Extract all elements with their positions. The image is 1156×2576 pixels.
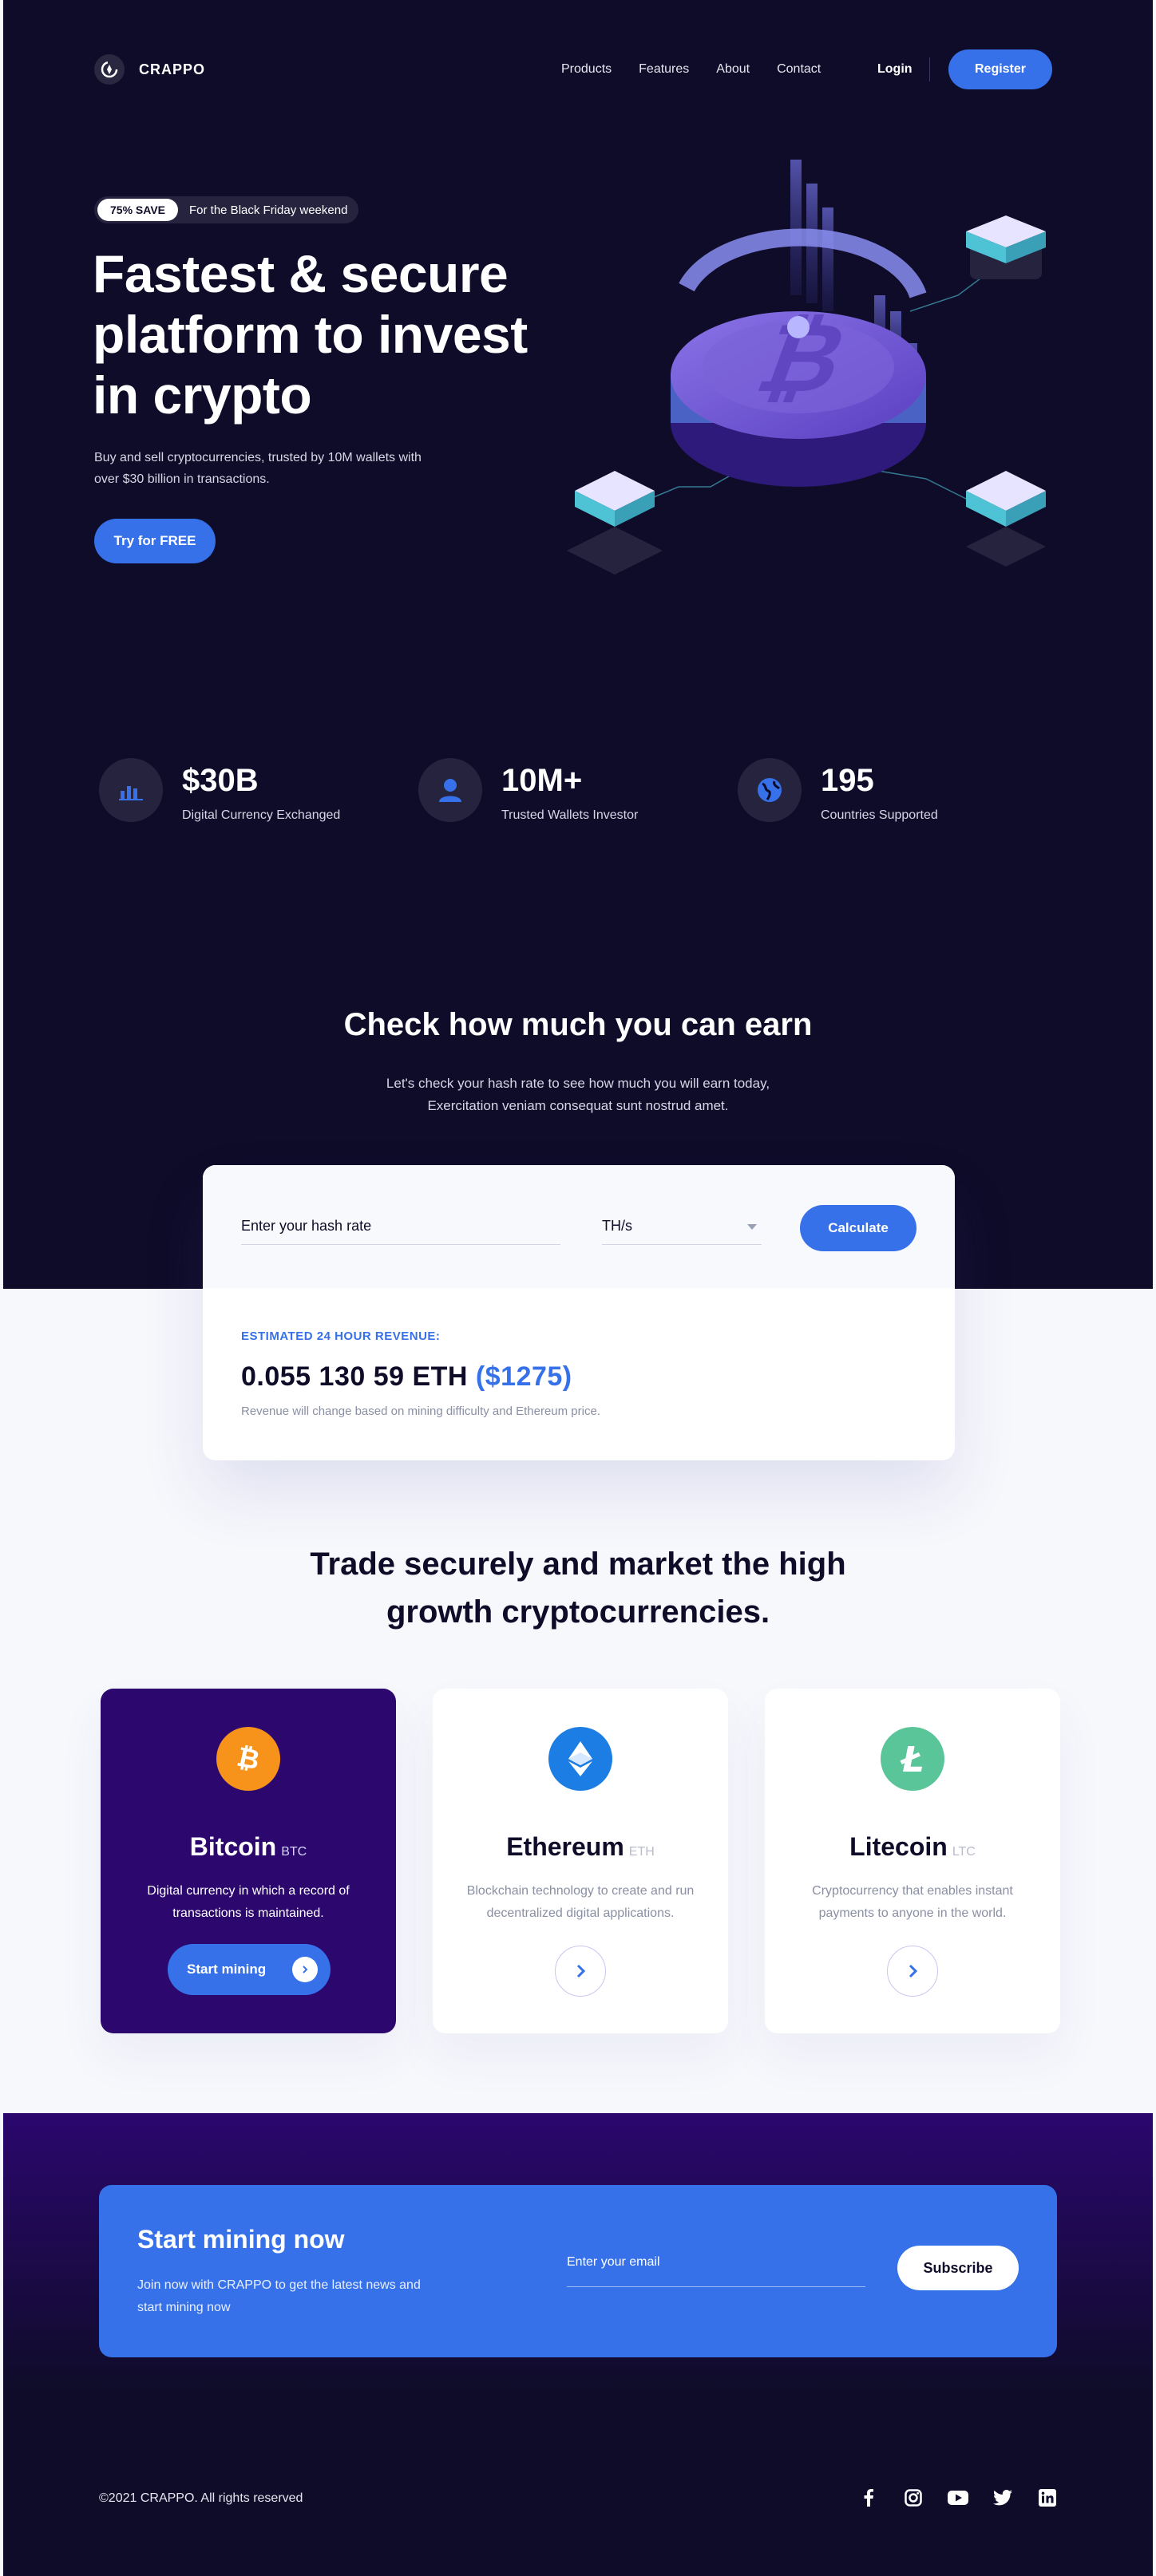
chevron-right-icon — [292, 1957, 318, 1982]
coin-cards: ₿ Bitcoin BTC Digital currency in which a… — [101, 1689, 1060, 2033]
login-link[interactable]: Login — [877, 62, 913, 77]
try-free-button[interactable]: Try for FREE — [94, 519, 216, 563]
earn-subtitle-line: Exercitation veniam consequat sunt nostr… — [427, 1098, 729, 1113]
estimate-label: ESTIMATED 24 HOUR REVENUE: — [241, 1329, 441, 1343]
coin-symbol: LTC — [952, 1845, 976, 1859]
stat-label: Digital Currency Exchanged — [182, 808, 341, 822]
hero-title-line: platform to invest — [93, 305, 528, 364]
logo[interactable]: CRAPPO — [94, 54, 205, 85]
ethereum-icon — [548, 1727, 612, 1791]
coin-arrow-button[interactable] — [887, 1946, 938, 1997]
subscribe-button[interactable]: Subscribe — [897, 2246, 1019, 2290]
nav-link-products[interactable]: Products — [561, 62, 612, 77]
calculate-button[interactable]: Calculate — [800, 1205, 916, 1251]
logo-text: CRAPPO — [139, 61, 206, 77]
coin-card-bitcoin[interactable]: ₿ Bitcoin BTC Digital currency in which a… — [101, 1689, 396, 2033]
hero-title: Fastest & secure platform to invest in c… — [93, 243, 588, 425]
logo-icon — [94, 54, 125, 85]
coin-card-ethereum[interactable]: Ethereum ETH Blockchain technology to cre… — [433, 1689, 728, 2033]
stat-item: $30B Digital Currency Exchanged — [99, 758, 418, 823]
coin-arrow-button[interactable] — [555, 1946, 606, 1997]
coin-description: Cryptocurrency that enables instant paym… — [812, 1884, 1013, 1920]
user-icon — [418, 758, 482, 822]
bar-chart-icon — [99, 758, 163, 822]
start-mining-button[interactable]: Start mining — [168, 1944, 331, 1995]
stat-value: 195 — [821, 763, 874, 798]
coin-name: Ethereum ETH — [433, 1832, 728, 1862]
stat-item: 10M+ Trusted Wallets Investor — [418, 758, 738, 823]
email-input[interactable]: Enter your email — [567, 2255, 865, 2287]
nav-links: Products Features About Contact — [561, 62, 821, 77]
hero-title-line: in crypto — [93, 365, 312, 425]
subscribe-title: Start mining now — [137, 2225, 345, 2254]
instagram-icon[interactable] — [902, 2487, 924, 2509]
promo-badge: 75% SAVE — [97, 199, 178, 221]
chevron-down-icon — [747, 1224, 757, 1230]
stat-value: $30B — [182, 763, 259, 798]
hero-subtitle: Buy and sell cryptocurrencies, trusted b… — [94, 451, 422, 486]
earn-subtitle-line: Let's check your hash rate to see how mu… — [386, 1076, 770, 1091]
litecoin-icon: Ł — [881, 1727, 944, 1791]
hash-rate-input[interactable]: Enter your hash rate — [241, 1211, 560, 1245]
promo-banner: 75% SAVE For the Black Friday weekend — [94, 196, 359, 223]
trade-title-line: growth cryptocurrencies. — [386, 1594, 770, 1630]
copyright: ©2021 CRAPPO. All rights reserved — [99, 2491, 303, 2505]
earn-subtitle: Let's check your hash rate to see how mu… — [0, 1073, 1156, 1117]
trade-title-line: Trade securely and market the high — [310, 1547, 846, 1582]
svg-text:Ł: Ł — [899, 1741, 924, 1776]
coin-description: Blockchain technology to create and run … — [466, 1884, 695, 1920]
cube-left — [567, 471, 663, 575]
coin-symbol: ETH — [628, 1845, 655, 1859]
coin-symbol: BTC — [281, 1845, 307, 1859]
facebook-icon[interactable] — [857, 2487, 880, 2509]
coin-description: Digital currency in which a record of tr… — [147, 1884, 350, 1920]
register-button[interactable]: Register — [948, 49, 1052, 89]
cube-bottom-right — [966, 471, 1046, 567]
start-mining-label: Start mining — [187, 1962, 267, 1977]
coin-title: Bitcoin — [189, 1832, 277, 1861]
estimate-note: Revenue will change based on mining diff… — [241, 1405, 600, 1418]
bitcoin-icon: ₿ — [216, 1727, 280, 1791]
estimate-value: 0.055 130 59 ETH ($1275) — [241, 1361, 572, 1393]
nav-divider — [929, 57, 930, 81]
social-links — [857, 2487, 1059, 2509]
hero-title-line: Fastest & secure — [93, 244, 509, 303]
subscribe-text: Join now with CRAPPO to get the latest n… — [137, 2278, 421, 2314]
hero-illustration: ₿ — [567, 160, 1046, 575]
stat-label: Countries Supported — [821, 808, 938, 822]
unit-select[interactable]: TH/s — [602, 1211, 762, 1245]
promo-text: For the Black Friday weekend — [189, 203, 348, 217]
stat-label: Trusted Wallets Investor — [501, 808, 639, 822]
linkedin-icon[interactable] — [1036, 2487, 1059, 2509]
calculator-form: Enter your hash rate TH/s Calculate — [203, 1165, 955, 1288]
nav-link-contact[interactable]: Contact — [777, 62, 821, 77]
coin-name: Bitcoin BTC — [101, 1832, 396, 1862]
coin-card-litecoin[interactable]: Ł Litecoin LTC Cryptocurrency that enable… — [765, 1689, 1060, 2033]
globe-icon — [738, 758, 802, 822]
calculator-card: Enter your hash rate TH/s Calculate ESTI… — [203, 1165, 955, 1460]
twitter-icon[interactable] — [992, 2487, 1014, 2509]
youtube-icon[interactable] — [947, 2487, 969, 2509]
coin-name: Litecoin LTC — [765, 1832, 1060, 1862]
trade-title: Trade securely and market the high growt… — [0, 1540, 1156, 1636]
subscribe-card: Start mining now Join now with CRAPPO to… — [99, 2185, 1057, 2357]
stat-item: 195 Countries Supported — [738, 758, 1057, 823]
earn-title: Check how much you can earn — [343, 1007, 813, 1042]
estimate-eth: 0.055 130 59 ETH — [241, 1361, 468, 1392]
top-nav: CRAPPO Products Features About Contact L… — [94, 49, 1052, 89]
coin-title: Litecoin — [849, 1832, 948, 1861]
stat-value: 10M+ — [501, 763, 583, 798]
svg-text:₿: ₿ — [234, 1743, 262, 1775]
page: CRAPPO Products Features About Contact L… — [0, 0, 1156, 2576]
coin-title: Ethereum — [506, 1832, 624, 1861]
cube-top-right — [966, 215, 1046, 279]
nav-link-about[interactable]: About — [716, 62, 750, 77]
stats-row: $30B Digital Currency Exchanged 10M+ Tru… — [99, 758, 1057, 823]
nav-link-features[interactable]: Features — [639, 62, 689, 77]
estimate-usd: ($1275) — [475, 1361, 572, 1392]
unit-select-value: TH/s — [602, 1218, 632, 1234]
